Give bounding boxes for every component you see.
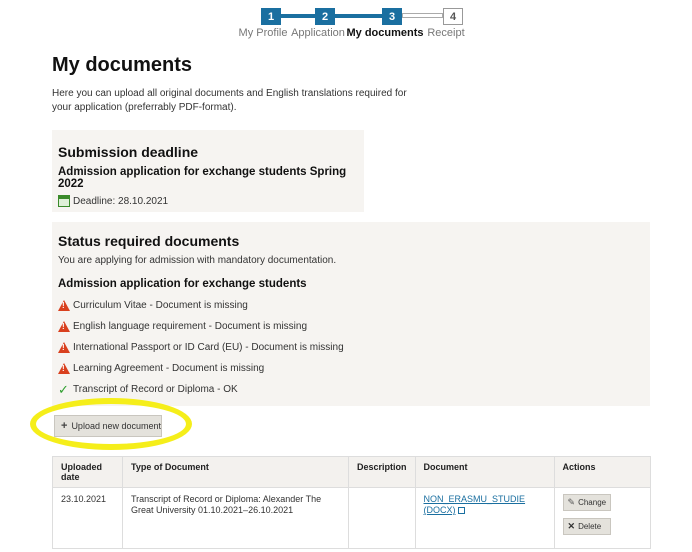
- pencil-icon: ✎: [567, 497, 576, 507]
- cell-document: NON_ERASMU_STUDIE (DOCX): [414, 487, 555, 549]
- intro-text: Here you can upload all original documen…: [52, 88, 407, 113]
- delete-button-label: Delete: [578, 522, 602, 531]
- step-label-my-profile[interactable]: My Profile: [239, 27, 288, 39]
- step-3-badge: 3: [382, 8, 402, 25]
- progress-stepper: 1 2 3 4 My Profile Application My docume…: [0, 0, 692, 44]
- step-1-badge: 1: [261, 8, 281, 25]
- warning-icon: [58, 363, 70, 374]
- deadline-heading: Submission deadline: [58, 144, 199, 160]
- status-item-text: English language requirement - Document …: [73, 321, 308, 332]
- warning-icon: [58, 321, 70, 332]
- step-connector-3: [402, 13, 443, 18]
- documents-table: Uploaded date Type of Document Descripti…: [52, 456, 652, 549]
- status-item-curriculum-vitae: Curriculum Vitae - Document is missing: [58, 295, 644, 316]
- status-item-text: Curriculum Vitae - Document is missing: [73, 300, 248, 311]
- page-title: My documents: [52, 54, 193, 76]
- plus-icon: +: [61, 420, 68, 432]
- status-item-passport: International Passport or ID Card (EU) -…: [58, 337, 644, 358]
- submission-deadline-panel: Submission deadline Admission applicatio…: [52, 130, 364, 212]
- status-heading: Status required documents: [58, 233, 240, 249]
- change-button[interactable]: ✎ Change: [562, 494, 611, 511]
- change-button-label: Change: [578, 498, 607, 507]
- step-2-badge: 2: [315, 8, 335, 25]
- step-4-badge: 4: [443, 8, 463, 25]
- calendar-icon: [58, 195, 70, 207]
- cell-description: [348, 487, 416, 549]
- upload-button-label: Upload new document: [71, 421, 161, 431]
- warning-icon: [58, 300, 70, 311]
- status-subtitle: You are applying for admission with mand…: [58, 255, 337, 266]
- step-label-my-documents: My documents: [346, 27, 424, 39]
- status-application-name: Admission application for exchange stude…: [58, 278, 307, 290]
- status-required-documents-panel: Status required documents You are applyi…: [52, 222, 650, 406]
- header-document: Document: [414, 456, 555, 488]
- header-description: Description: [348, 456, 416, 488]
- status-item-transcript: ✓ Transcript of Record or Diploma - OK: [58, 379, 644, 400]
- step-connector-1: [281, 14, 315, 18]
- delete-button[interactable]: ✕ Delete: [562, 518, 611, 535]
- step-label-receipt: Receipt: [427, 27, 465, 39]
- cell-actions: ✎ Change ✕ Delete: [553, 487, 652, 549]
- table-row: 23.10.2021 Transcript of Record or Diplo…: [52, 487, 652, 549]
- header-uploaded-date: Uploaded date: [52, 456, 123, 488]
- upload-new-document-button[interactable]: + Upload new document: [54, 415, 162, 437]
- close-icon: ✕: [567, 521, 576, 531]
- status-item-text: International Passport or ID Card (EU) -…: [73, 342, 344, 353]
- deadline-date: Deadline: 28.10.2021: [73, 195, 169, 207]
- document-file-name: NON_ERASMU_STUDIE (DOCX): [423, 494, 526, 515]
- warning-icon: [58, 342, 70, 353]
- document-file-link[interactable]: NON_ERASMU_STUDIE (DOCX): [424, 494, 526, 515]
- header-actions: Actions: [553, 456, 652, 488]
- checkmark-icon: ✓: [58, 381, 69, 397]
- table-header-row: Uploaded date Type of Document Descripti…: [52, 456, 652, 488]
- status-item-text: Transcript of Record or Diploma - OK: [73, 384, 238, 395]
- external-link-icon: [457, 507, 465, 514]
- status-item-learning-agreement: Learning Agreement - Document is missing: [58, 358, 644, 379]
- deadline-line: Deadline: 28.10.2021: [58, 195, 358, 207]
- status-item-english-language: English language requirement - Document …: [58, 316, 644, 337]
- cell-type-of-document: Transcript of Record or Diploma: Alexand…: [122, 487, 349, 549]
- status-item-text: Learning Agreement - Document is missing: [73, 363, 265, 374]
- cell-uploaded-date: 23.10.2021: [52, 487, 123, 549]
- deadline-application-name: Admission application for exchange stude…: [58, 166, 347, 190]
- step-connector-2: [335, 14, 382, 18]
- header-type-of-document: Type of Document: [122, 456, 349, 488]
- step-label-application[interactable]: Application: [291, 27, 345, 39]
